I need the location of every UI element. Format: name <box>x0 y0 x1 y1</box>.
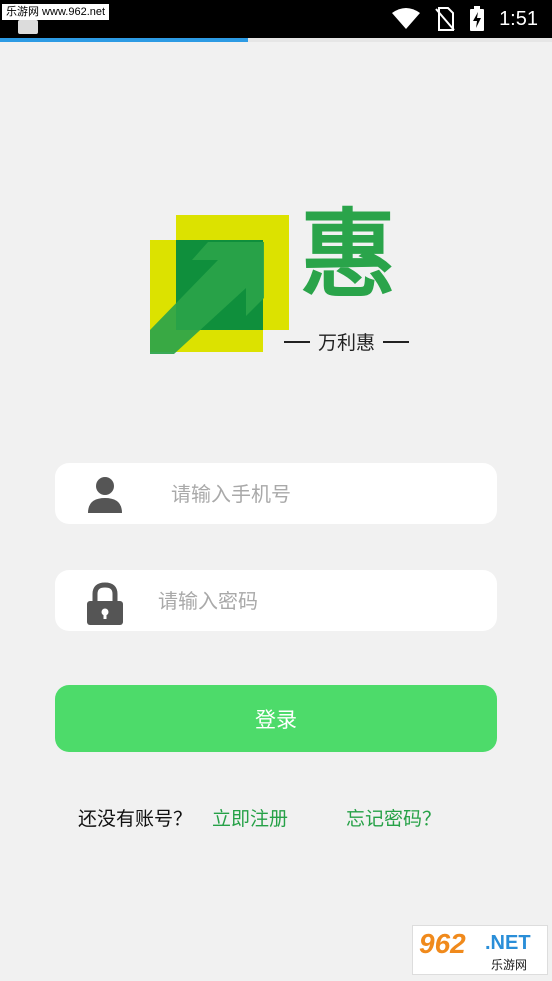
phone-field[interactable] <box>55 463 497 524</box>
clock: 1:51 <box>499 7 538 30</box>
divider <box>383 340 410 343</box>
watermark-suffix: .NET <box>485 932 531 954</box>
status-bar: 乐游网 www.962.net 1:51 <box>0 0 552 38</box>
divider <box>284 340 310 343</box>
brand-name-text: 万利惠 <box>318 332 376 354</box>
login-button[interactable]: 登录 <box>55 685 497 752</box>
page-progress-bar <box>0 38 552 42</box>
site-watermark: 乐游网 www.962.net <box>2 4 110 20</box>
watermark-cn: 乐游网 <box>491 958 528 972</box>
watermark-number: 962 <box>419 928 466 959</box>
wifi-icon <box>392 8 421 29</box>
phone-input[interactable] <box>171 463 471 524</box>
no-sim-icon <box>435 7 455 31</box>
password-field[interactable] <box>55 570 497 631</box>
user-icon <box>88 477 122 513</box>
notification-icon <box>18 20 38 34</box>
lock-icon <box>87 582 123 625</box>
page-progress-fill <box>0 38 249 42</box>
battery-charging-icon <box>470 6 485 31</box>
site-watermark-logo: 962 .NET 乐游网 <box>412 925 548 975</box>
logo-character: 惠 <box>300 199 396 311</box>
status-icons: 1:51 <box>391 6 538 32</box>
register-link[interactable]: 立即注册 <box>212 804 288 831</box>
no-account-text: 还没有账号？ <box>78 808 193 830</box>
brand-name: 万利惠 <box>284 328 412 355</box>
forgot-password-link[interactable]: 忘记密码？ <box>346 804 441 831</box>
password-input[interactable] <box>158 570 458 631</box>
